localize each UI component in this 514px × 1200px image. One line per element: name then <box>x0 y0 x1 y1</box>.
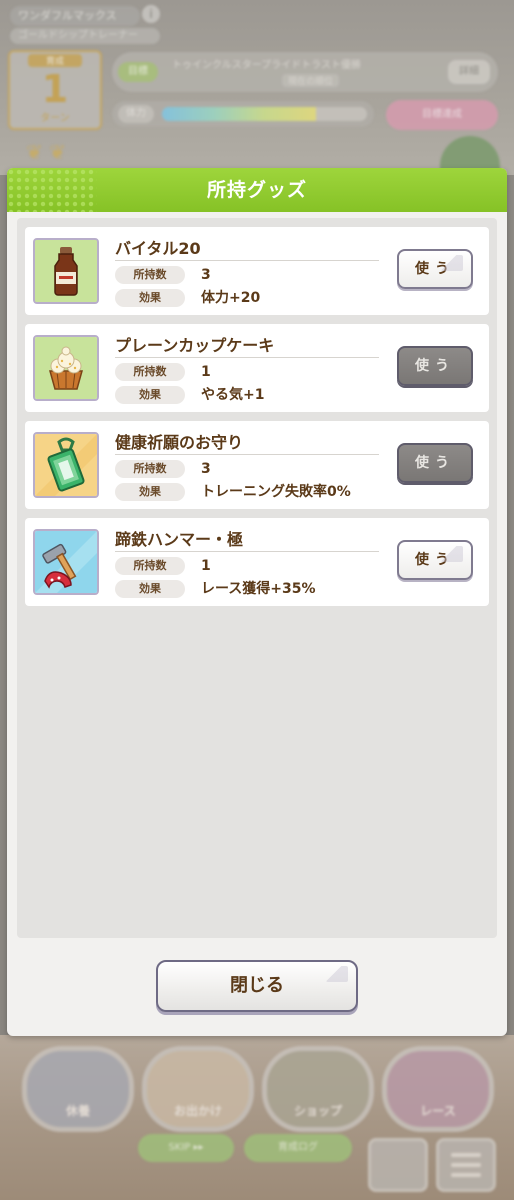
count-value: 1 <box>201 558 211 574</box>
charm-icon <box>33 432 99 498</box>
item-name: 健康祈願のお守り <box>115 433 244 452</box>
turn-counter: 育成 1 ターン <box>8 50 102 130</box>
count-label: 所持数 <box>115 460 185 478</box>
outing-button-bg: お出かけ <box>142 1046 254 1132</box>
menu-button-bg <box>368 1138 428 1192</box>
trainee-name: ワンダフルマックス <box>10 6 140 26</box>
effect-value: レース獲得+35% <box>201 581 316 597</box>
trainee-subtitle: ゴールドシップトレーナー <box>10 28 160 44</box>
race-button-bg: レース <box>382 1046 494 1132</box>
count-label: 所持数 <box>115 557 185 575</box>
item-name: プレーンカップケーキ <box>115 336 275 355</box>
effect-value: 体力+20 <box>201 290 261 306</box>
item-card-charm: 健康祈願のお守り 所持数 3 効果 トレーニング失敗率0% 使う <box>25 421 489 509</box>
event-button: 目標達成 <box>386 100 498 130</box>
cupcake-icon <box>33 335 99 401</box>
use-button-disabled[interactable]: 使う <box>397 346 473 386</box>
info-icon: i <box>142 5 160 23</box>
item-name: バイタル20 <box>115 239 201 258</box>
count-value: 1 <box>201 364 211 380</box>
energy-bar: 体力 <box>112 101 374 127</box>
item-card-cupcake: プレーンカップケーキ 所持数 1 効果 やる気+1 使う <box>25 324 489 412</box>
use-button[interactable]: 使う <box>397 540 473 580</box>
effect-label: 効果 <box>115 580 185 598</box>
count-label: 所持数 <box>115 363 185 381</box>
energy-drink-icon <box>33 238 99 304</box>
dialog-title: 所持グッズ <box>206 179 307 201</box>
rest-button-bg: 休養 <box>22 1046 134 1132</box>
item-name: 蹄鉄ハンマー・極 <box>115 530 244 549</box>
count-label: 所持数 <box>115 266 185 284</box>
item-card-hammer: 蹄鉄ハンマー・極 所持数 1 効果 レース獲得+35% 使う <box>25 518 489 606</box>
shop-button-bg: ショップ <box>262 1046 374 1132</box>
item-list[interactable]: バイタル20 所持数 3 効果 体力+20 使う プレーンカップケーキ 所持数 … <box>17 218 497 938</box>
log-button-bg: 育成ログ <box>244 1134 352 1162</box>
effect-label: 効果 <box>115 386 185 404</box>
use-button[interactable]: 使う <box>397 249 473 289</box>
close-button[interactable]: 閉じる <box>156 960 358 1012</box>
item-card-vital20: バイタル20 所持数 3 効果 体力+20 使う <box>25 227 489 315</box>
laurel-icon: ❦ ❦ <box>26 140 66 164</box>
count-value: 3 <box>201 267 211 283</box>
count-value: 3 <box>201 461 211 477</box>
use-button-disabled[interactable]: 使う <box>397 443 473 483</box>
owned-goods-dialog: 所持グッズ バイタル20 所持数 3 効果 体力+20 使う プレーンカップケー… <box>7 168 507 1036</box>
goal-panel: 目標 トゥインクルスタープライドトラスト優勝 現在の順位 詳細 <box>112 52 498 92</box>
hammer-icon <box>33 529 99 595</box>
effect-value: トレーニング失敗率0% <box>201 484 351 500</box>
skip-button-bg: SKIP ▸▸ <box>138 1134 234 1162</box>
hamburger-icon <box>436 1138 496 1192</box>
effect-value: やる気+1 <box>201 387 265 403</box>
dialog-header: 所持グッズ <box>7 168 507 212</box>
effect-label: 効果 <box>115 483 185 501</box>
effect-label: 効果 <box>115 289 185 307</box>
